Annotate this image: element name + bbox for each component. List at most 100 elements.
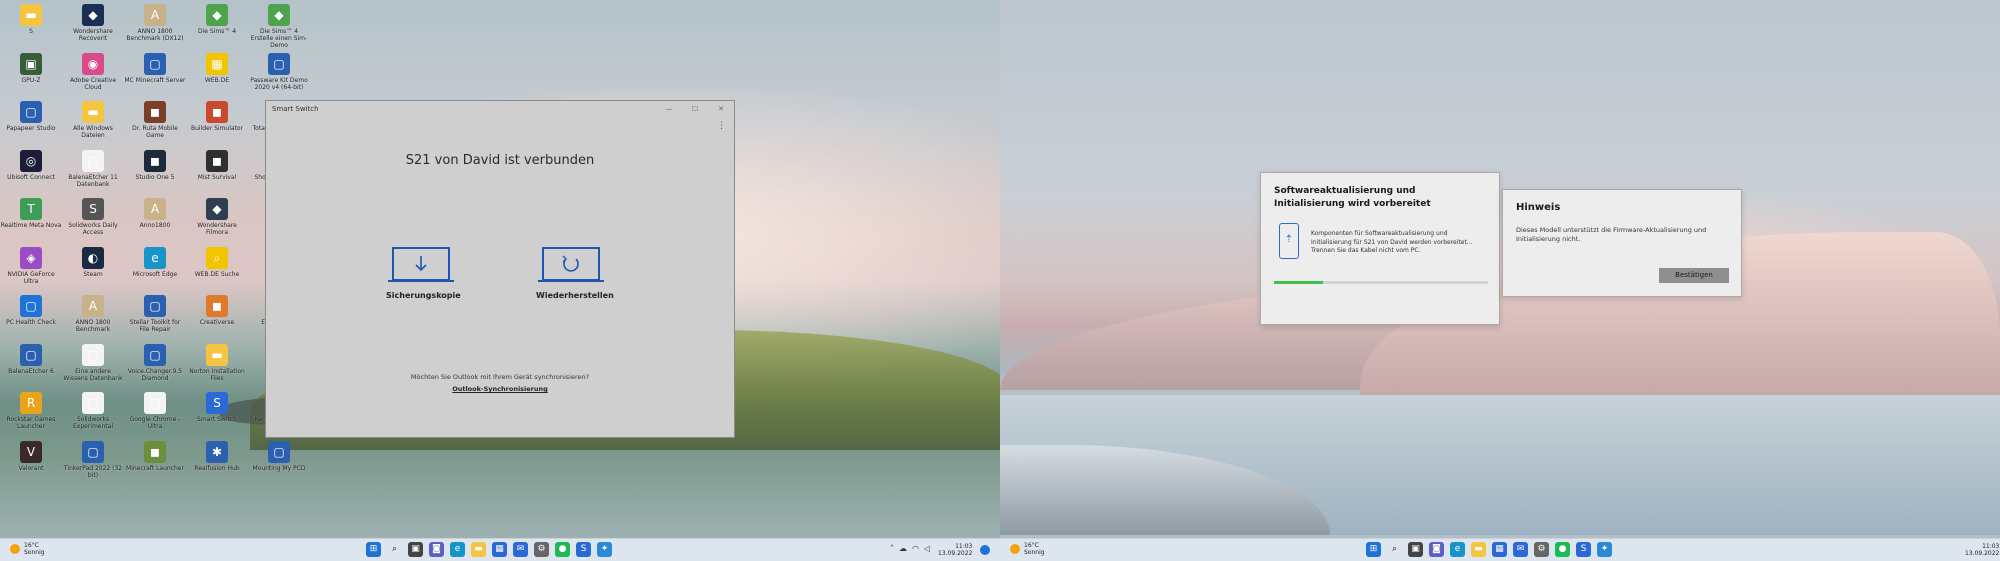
desktop-icon-label: ANNO 1800 Benchmark (DX12) [126,28,184,42]
clock[interactable]: 11:03 13.09.2022 [938,543,972,557]
start-icon[interactable]: ⊞ [366,542,381,557]
desktop-icon[interactable]: ▢ Passware Kit Demo 2020 v4 (64-bit) [248,52,310,101]
search-icon[interactable]: ⌕ [1387,542,1402,557]
desktop-icon-label: GPU-Z [21,76,41,84]
chevron-up-icon[interactable]: ˄ [890,544,894,553]
desktop-icon[interactable]: ◼ Mist Survival [186,149,248,198]
desktop-icon[interactable]: ▦ WEB.DE [186,52,248,101]
spotify-icon[interactable]: ● [1555,542,1570,557]
desktop-icon[interactable]: ▢ BalenaEtcher 11 Datenbank [62,149,124,198]
desktop-icon[interactable]: S Smart Switch [186,392,248,440]
desktop-icon-label: ANNO 1800 Benchmark [75,319,111,333]
desktop-icon[interactable]: T Realtime Meta Nova [0,198,62,246]
desktop-icon[interactable]: ▬ S [0,4,62,52]
desktop-icon[interactable]: ▢ Google Chrome - Ultra [124,392,186,440]
desktop-icon[interactable]: ▬ Norton Installation Files [186,343,248,392]
more-options-icon[interactable]: ⋮ [717,121,726,131]
outlook-sync-link[interactable]: Outlook-Synchronisierung [266,385,734,393]
desktop-icon[interactable]: ◆ Die Sims™ 4 Erstelle einen Sim-Demo [248,4,310,52]
desktop-icon[interactable]: ▢ BalenaEtcher 6 [0,343,62,392]
desktop-icon[interactable]: e Microsoft Edge [124,246,186,295]
desktop-icon[interactable]: ◼ Builder Simulator [186,101,248,149]
hint-dialog-title: Hinweis [1516,202,1561,213]
spotify-icon[interactable]: ● [555,542,570,557]
smart-switch-icon[interactable]: S [1576,542,1591,557]
app-icon: ▢ [144,52,166,75]
desktop-icon[interactable]: A Anno1800 [124,198,186,246]
desktop-icon[interactable]: ◆ Wondershare Recoverit [62,4,124,52]
task-view-icon[interactable]: ▣ [1408,542,1423,557]
smart-switch-icon[interactable]: S [576,542,591,557]
maximize-icon[interactable]: ☐ [682,101,708,117]
desktop-icon[interactable]: A ANNO 1800 Benchmark (DX12) [124,4,186,52]
network-icon[interactable]: ✦ [1597,542,1612,557]
desktop-icon[interactable]: ▢ Voice.Changer.9.5 Diamond [124,343,186,392]
connection-heading: S21 von David ist verbunden [405,153,595,168]
desktop-icon[interactable]: ◆ Wondershare Filmora [186,198,248,246]
notification-icon[interactable] [980,545,990,555]
store-icon[interactable]: ▦ [492,542,507,557]
window-titlebar[interactable]: Smart Switch — ☐ ✕ [266,101,734,117]
weather-widget-right[interactable]: 16°C Sonnig [1010,542,1045,556]
edge-icon[interactable]: e [450,542,465,557]
confirm-button[interactable]: Bestätigen [1659,268,1729,283]
desktop-icon[interactable]: ◼ Minecraft Launcher [124,440,186,489]
store-icon[interactable]: ▦ [1492,542,1507,557]
weather-widget[interactable]: 16°C Sonnig [10,542,45,556]
desktop-icon-label: MC Minecraft Server [124,76,186,84]
desktop-icon[interactable]: ▢ Solidworks Experimental [62,392,124,440]
edge-icon[interactable]: e [1450,542,1465,557]
wifi-icon[interactable]: ◠ [912,544,919,553]
progress-fill [1274,281,1324,284]
desktop-icon[interactable]: ◐ Steam [62,246,124,295]
chat-icon[interactable]: ◙ [429,542,444,557]
desktop-icon[interactable]: ◼ Studio One 5 [124,149,186,198]
desktop-icon[interactable]: ▢ Mounting My PCD [248,440,310,489]
restore-button[interactable]: Wiederherstellen [536,247,614,300]
desktop-icon-label: TinkerPad 2022 (32 bit) [63,464,123,479]
settings-icon[interactable]: ⚙ [534,542,549,557]
left-monitor: ▬ S ▣ GPU-Z ▢ Papapeer Studio ◎ Ubisoft Connect… [0,0,1000,561]
desktop-icon[interactable]: ▢ Eine andere Wissens Datenbank [62,343,124,392]
app-icon: ◆ [82,4,104,26]
desktop-icon[interactable]: V Valorant [0,440,62,489]
desktop-icon[interactable]: ✱ Realfusion Hub [186,440,248,489]
desktop-icon[interactable]: ▢ Papapeer Studio [0,101,62,149]
desktop-icon-label: Stellar Toolkit for File Repair [129,319,181,333]
desktop-icon[interactable]: ▢ Stellar Toolkit for File Repair [124,295,186,343]
app-icon: ◼ [206,149,228,172]
mail-icon[interactable]: ✉ [513,542,528,557]
mail-icon[interactable]: ✉ [1513,542,1528,557]
cloud-icon[interactable]: ☁ [899,544,907,553]
task-view-icon[interactable]: ▣ [408,542,423,557]
explorer-icon[interactable]: ▬ [471,542,486,557]
search-icon[interactable]: ⌕ [387,542,402,557]
app-icon: ▢ [144,295,166,317]
close-icon[interactable]: ✕ [708,101,734,117]
volume-icon[interactable]: ◁ [924,544,930,553]
settings-icon[interactable]: ⚙ [1534,542,1549,557]
chat-icon[interactable]: ◙ [1429,542,1444,557]
backup-button[interactable]: Sicherungskopie [386,247,461,300]
clock-right[interactable]: 11:03 13.09.2022 [1965,543,1999,557]
desktop-icon[interactable]: ▬ Alle Windows Dateien [62,101,124,149]
desktop-icon[interactable]: ▢ PC Health Check [0,295,62,343]
desktop-icon[interactable]: ◈ NVIDIA GeForce Ultra [0,246,62,295]
explorer-icon[interactable]: ▬ [1471,542,1486,557]
desktop-icon[interactable]: R Rockstar Games Launcher [0,392,62,440]
network-icon[interactable]: ✦ [597,542,612,557]
desktop-icon[interactable]: ▣ GPU-Z [0,52,62,101]
desktop-icon[interactable]: ◼ Creativerse [186,295,248,343]
weather-condition: Sonnig [24,549,45,556]
desktop-icon[interactable]: ◆ Die Sims™ 4 [186,4,248,52]
desktop-icon[interactable]: ◎ Ubisoft Connect [0,149,62,198]
desktop-icon[interactable]: ▢ MC Minecraft Server [124,52,186,101]
desktop-icon[interactable]: ▢ TinkerPad 2022 (32 bit) [62,440,124,489]
minimize-icon[interactable]: — [656,101,682,117]
desktop-icon[interactable]: ⌕ WEB.DE Suche [186,246,248,295]
desktop-icon[interactable]: ◉ Adobe Creative Cloud [62,52,124,101]
desktop-icon[interactable]: ◼ Dr. Ruta Mobile Game [124,101,186,149]
start-icon[interactable]: ⊞ [1366,542,1381,557]
desktop-icon[interactable]: A ANNO 1800 Benchmark [62,295,124,343]
desktop-icon[interactable]: S Solidworks Daily Access [62,198,124,246]
